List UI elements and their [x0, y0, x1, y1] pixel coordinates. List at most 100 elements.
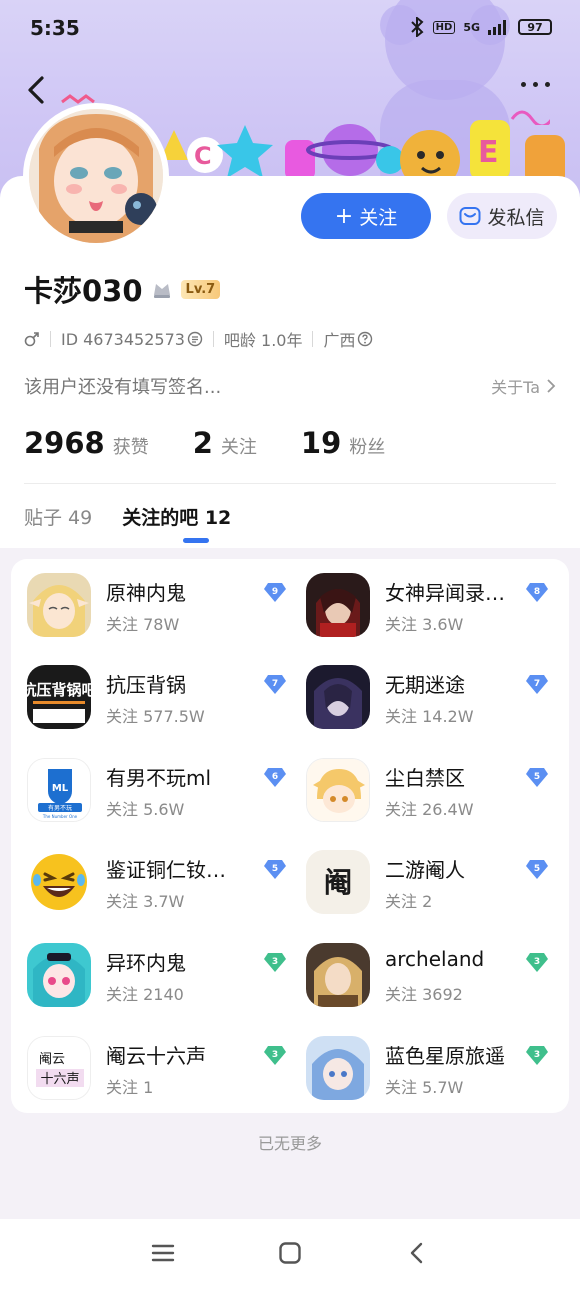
tieba-age: 吧龄 1.0年 — [223, 331, 303, 350]
home-icon[interactable] — [277, 1241, 303, 1265]
level-diamond-icon: 7 — [264, 675, 286, 694]
stat-label: 关注 — [220, 437, 257, 458]
svg-text:5: 5 — [534, 772, 540, 782]
confetti-icon — [510, 110, 550, 125]
tab-posts[interactable]: 贴子 49 — [24, 503, 92, 530]
level-diamond-icon: 5 — [526, 860, 548, 879]
stat-following[interactable]: 2 关注 — [193, 426, 257, 460]
svg-text:E: E — [478, 135, 499, 170]
back-icon[interactable] — [405, 1241, 431, 1265]
bar-followers: 关注 3692 — [385, 985, 463, 1004]
bar-avatar: 阉 — [306, 850, 370, 914]
status-time: 5:35 — [30, 16, 80, 40]
level-diamond-icon: 3 — [526, 1046, 548, 1065]
signature-row: 该用户还没有填写签名... 关于Ta — [24, 373, 556, 399]
bar-avatar — [306, 573, 370, 637]
location: 广西 — [323, 331, 356, 350]
bar-followers: 关注 14.2W — [385, 707, 474, 726]
bar-avatar-image: 阉云 十六声 — [28, 1037, 90, 1099]
svg-text:3: 3 — [534, 1050, 540, 1060]
bar-name: 无期迷途 — [385, 673, 465, 697]
svg-text:阉: 阉 — [324, 866, 352, 899]
dot-icon — [545, 82, 550, 87]
help-icon[interactable] — [357, 331, 373, 347]
bar-followers: 关注 2 — [385, 892, 433, 911]
menu-icon[interactable] — [150, 1241, 176, 1265]
stat-label: 粉丝 — [349, 437, 386, 458]
follow-button[interactable]: + 关注 — [301, 193, 431, 239]
svg-text:3: 3 — [272, 1050, 278, 1060]
level-diamond-icon: 9 — [264, 583, 286, 602]
plus-icon: + — [334, 203, 354, 229]
level-diamond-icon: 8 — [526, 583, 548, 602]
stat-value: 2 — [192, 426, 213, 460]
more-options-button[interactable] — [521, 82, 550, 87]
bar-followers: 关注 26.4W — [385, 800, 474, 819]
male-icon — [24, 332, 39, 347]
list-item[interactable]: 阉 二游阉人 关注 2 5 — [306, 850, 568, 916]
stat-label: 获赞 — [112, 437, 149, 458]
svg-text:ML: ML — [52, 783, 69, 794]
svg-text:有男不玩: 有男不玩 — [48, 804, 72, 812]
level-diamond-icon: 3 — [264, 953, 286, 972]
bar-name: 有男不玩ml — [106, 766, 212, 790]
about-link[interactable]: 关于Ta — [491, 374, 556, 398]
list-item[interactable]: ML 有男不玩 The Number One 有男不玩ml 关注 5.6W 6 — [27, 758, 289, 824]
bar-avatar: ML 有男不玩 The Number One — [27, 758, 91, 822]
bar-avatar-image: 抗压背锅吧 — [27, 665, 91, 729]
list-item[interactable]: 阉云 十六声 阉云十六声 关注 1 3 — [27, 1036, 289, 1102]
bar-avatar-image — [306, 1036, 370, 1100]
hd-indicator: HD — [432, 20, 456, 34]
bar-name: 蓝色星原旅遥 — [385, 1044, 505, 1068]
avatar-image — [29, 109, 163, 243]
svg-text:7: 7 — [272, 679, 278, 689]
svg-text:阉云: 阉云 — [39, 1052, 65, 1067]
list-item[interactable]: 鉴证铜仁钕… 关注 3.7W 5 — [27, 850, 289, 916]
laughing-emoji-icon — [31, 854, 87, 910]
dot-icon — [521, 82, 526, 87]
svg-text:C: C — [194, 142, 212, 170]
system-navigation-bar — [0, 1219, 580, 1289]
bar-name: 阉云十六声 — [106, 1044, 206, 1068]
divider — [50, 331, 51, 347]
about-label: 关于Ta — [491, 378, 540, 397]
bar-followers: 关注 78W — [106, 615, 180, 634]
copy-id-icon[interactable] — [187, 331, 203, 347]
signal-icon — [488, 20, 506, 35]
bar-avatar-image — [306, 573, 370, 637]
stat-followers[interactable]: 19 粉丝 — [301, 426, 385, 460]
bar-followers: 关注 3.7W — [106, 892, 185, 911]
list-item[interactable]: 尘白禁区 关注 26.4W 5 — [306, 758, 568, 824]
svg-text:3: 3 — [534, 957, 540, 967]
profile-tabs: 贴子 49 关注的吧 12 — [24, 503, 231, 530]
no-more-text: 已无更多 — [257, 1134, 322, 1153]
send-message-label: 发私信 — [487, 206, 545, 229]
bar-name: 二游阉人 — [385, 858, 465, 882]
list-item[interactable]: 原神内鬼 关注 78W 9 — [27, 573, 289, 639]
bar-avatar-image — [27, 573, 91, 637]
level-diamond-icon: 5 — [264, 860, 286, 879]
bar-avatar: 阉云 十六声 — [27, 1036, 91, 1100]
level-diamond-icon: 3 — [264, 1046, 286, 1065]
list-item[interactable]: 女神异闻录… 关注 3.6W 8 — [306, 573, 568, 639]
battery-indicator: 97 — [518, 19, 552, 35]
user-id: ID 4673452573 — [61, 329, 185, 349]
list-item[interactable]: 蓝色星原旅遥 关注 5.7W 3 — [306, 1036, 568, 1102]
followed-bars-list: 原神内鬼 关注 78W 9 女神异闻录… 关注 3.6W 8 抗压背锅吧 抗压背… — [11, 559, 569, 1113]
level-diamond-icon: 6 — [264, 768, 286, 787]
list-item[interactable]: 异环内鬼 关注 2140 3 — [27, 943, 289, 1009]
divider — [212, 331, 214, 347]
bar-name: archeland — [385, 947, 485, 971]
back-arrow-icon[interactable] — [22, 72, 56, 108]
username: 卡莎030 — [24, 274, 143, 308]
list-item[interactable]: archeland 关注 3692 3 — [306, 943, 568, 1009]
bar-name: 尘白禁区 — [385, 766, 465, 790]
list-item[interactable]: 抗压背锅吧 抗压背锅 关注 577.5W 7 — [27, 665, 289, 731]
list-item[interactable]: 无期迷途 关注 14.2W 7 — [306, 665, 568, 731]
send-message-button[interactable]: 发私信 — [447, 193, 557, 239]
svg-text:5: 5 — [534, 864, 540, 874]
svg-text:5: 5 — [272, 864, 278, 874]
tab-followed-bars[interactable]: 关注的吧 12 — [122, 503, 231, 530]
bar-avatar-image: ML 有男不玩 The Number One — [28, 759, 90, 821]
avatar[interactable] — [23, 103, 169, 249]
